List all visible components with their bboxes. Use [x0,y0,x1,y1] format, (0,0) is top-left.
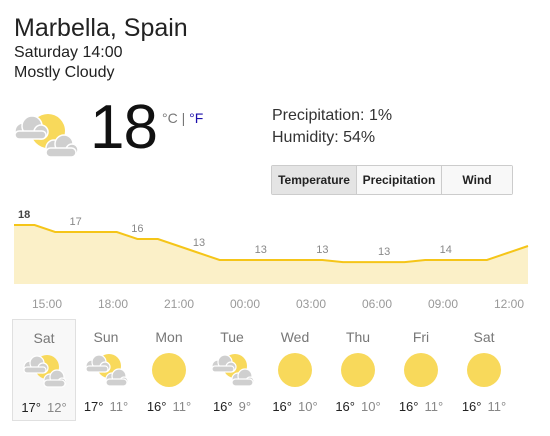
forecast-high: 17° [83,399,104,414]
forecast-high: 16° [146,399,167,414]
forecast-day-name: Sun [93,329,119,345]
forecast-day-sat[interactable]: Sat 16° 11° [453,319,515,419]
chart-point-label: 13 [378,246,390,258]
forecast-temps: 16° 11° [138,399,200,414]
forecast-low: 11° [487,399,507,414]
forecast-day-name: Sat [33,330,55,346]
location-title: Marbella, Spain [14,14,188,42]
partly-cloudy-icon [84,350,129,390]
forecast-high: 16° [212,399,233,414]
celsius-unit[interactable]: °C [162,110,178,126]
forecast-day-name: Sat [473,329,495,345]
forecast-high: 16° [272,399,292,414]
weather-condition: Mostly Cloudy [14,64,115,81]
forecast-day-name: Wed [280,329,310,345]
chart-point-label: 17 [70,216,82,228]
forecast-low: 11° [172,399,192,414]
partly-cloudy-icon [22,351,67,391]
unit-separator: | [181,110,186,126]
humidity-text: Humidity: 54% [272,129,376,146]
temperature-chart: 18 17 16 13 13 13 13 14 15:00 18:00 21:00 00:00 03:0… [14,209,529,311]
fahrenheit-link[interactable]: °F [189,110,203,126]
sun-icon [336,350,380,390]
forecast-high: 16° [335,399,355,414]
x-tick-label: 06:00 [362,297,392,311]
forecast-day-tue[interactable]: Tue 16° 9° [201,319,263,419]
chart-point-label: 13 [316,244,328,256]
forecast-day-thu[interactable]: Thu 16° 10° [327,319,389,419]
forecast-low: 11° [424,399,444,414]
sun-icon [273,350,317,390]
x-tick-label: 21:00 [164,297,194,311]
tab-precipitation[interactable]: Precipitation [356,166,441,194]
x-tick-label: 09:00 [428,297,458,311]
unit-toggle: °C | °F [162,110,203,126]
chart-tabs: Temperature Precipitation Wind [271,165,513,195]
forecast-low: 10° [298,399,318,414]
sun-icon [462,350,506,390]
forecast-high: 17° [21,400,41,415]
forecast-low: 9° [238,399,252,414]
forecast-temps: 17° 12° [13,400,75,415]
forecast-high: 16° [398,399,419,414]
precipitation-text: Precipitation: 1% [272,107,393,124]
forecast-day-name: Fri [412,329,430,345]
x-tick-label: 03:00 [296,297,326,311]
forecast-temps: 16° 9° [201,399,263,414]
x-tick-label: 18:00 [98,297,128,311]
partly-cloudy-icon [14,114,78,158]
forecast-temps: 17° 11° [75,399,137,414]
forecast-day-fri[interactable]: Fri 16° 11° [390,319,452,419]
current-temperature: 18 [90,93,158,162]
forecast-temps: 16° 10° [327,399,389,414]
forecast-day-mon[interactable]: Mon 16° 11° [138,319,200,419]
forecast-day-name: Thu [345,329,371,345]
forecast-day-name: Mon [155,329,183,345]
forecast-low: 10° [361,399,381,414]
tab-wind[interactable]: Wind [441,166,512,194]
forecast-temps: 16° 11° [453,399,515,414]
x-tick-label: 12:00 [494,297,524,311]
x-tick-label: 15:00 [32,297,62,311]
partly-cloudy-icon [210,350,255,390]
chart-point-label: 14 [440,244,452,256]
date-time: Saturday 14:00 [14,44,123,61]
chart-point-label: 18 [18,209,30,221]
forecast-temps: 16° 10° [264,399,326,414]
sun-icon [147,350,191,390]
forecast-day-name: Tue [220,329,244,345]
forecast-temps: 16° 11° [390,399,452,414]
forecast-day-sat[interactable]: Sat 17° 12° [12,319,76,421]
forecast-low: 11° [109,399,129,414]
sun-icon [399,350,443,390]
forecast-day-sun[interactable]: Sun 17° 11° [75,319,137,419]
tab-temperature[interactable]: Temperature [272,166,356,194]
chart-point-label: 13 [193,237,205,249]
forecast-high: 16° [461,399,482,414]
chart-point-label: 13 [255,244,267,256]
chart-point-label: 16 [131,223,143,235]
forecast-low: 12° [47,400,67,415]
x-tick-label: 00:00 [230,297,260,311]
forecast-day-wed[interactable]: Wed 16° 10° [264,319,326,419]
